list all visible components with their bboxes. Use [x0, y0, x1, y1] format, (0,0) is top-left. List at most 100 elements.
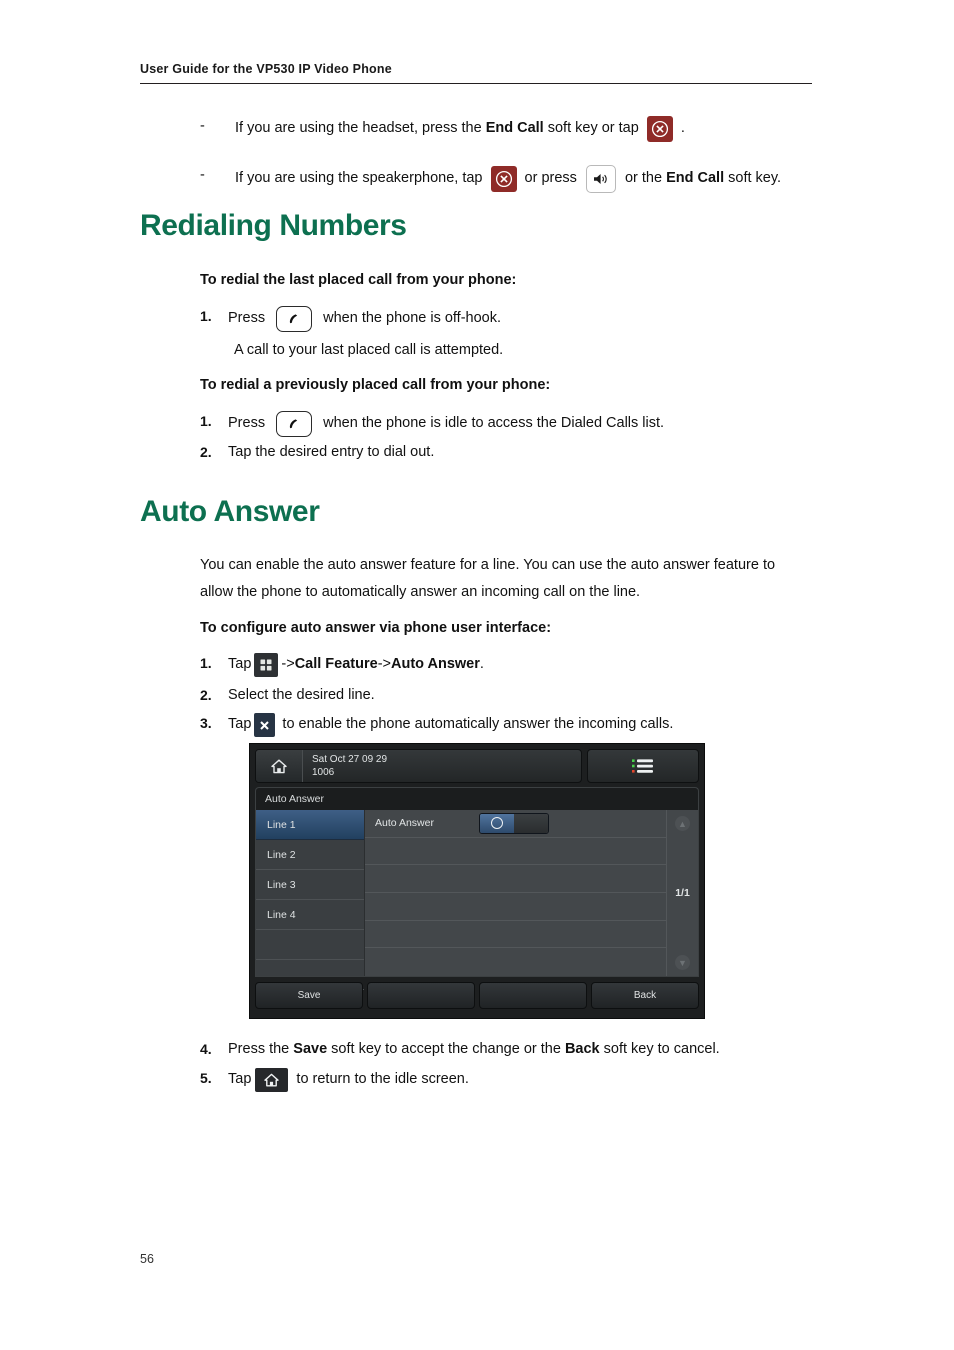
subheading-redial-previous: To redial a previously placed call from … [200, 377, 551, 393]
phone-field-auto-answer: Auto Answer [365, 810, 666, 838]
phone-line-item-3[interactable]: Line 3 [256, 870, 364, 900]
softkey-back[interactable]: Back [591, 982, 699, 1009]
step-result-text: A call to your last placed call is attem… [234, 342, 504, 358]
bullet-marker: - [200, 118, 205, 134]
section-heading-auto-answer: Auto Answer [140, 495, 320, 528]
bullet-item: - If you are using the speakerphone, tap… [140, 165, 830, 193]
step-text: Select the desired line. [228, 687, 375, 703]
bullet-bold-end-call-2: End Call [666, 170, 725, 187]
arrow-up-icon[interactable]: ▲ [675, 816, 690, 831]
step-arrow-2: -> [377, 656, 391, 673]
step-text-post: when the phone is off-hook. [319, 310, 502, 327]
step-number: 1. [200, 655, 212, 671]
subheading-redial-last: To redial the last placed call from your… [200, 272, 517, 288]
phone-status-datetime: Sat Oct 27 09 29 [312, 753, 388, 765]
running-header: User Guide for the VP530 IP Video Phone [140, 62, 812, 84]
phone-line-list: Line 1 Line 2 Line 3 Line 4 [256, 810, 365, 990]
auto-answer-toggle[interactable] [479, 812, 549, 834]
step-text: Tap the desired entry to dial out. [228, 444, 435, 460]
phone-page-indicator: 1/1 [675, 887, 690, 899]
checkbox-x-icon [254, 713, 276, 737]
softkey-save[interactable]: Save [255, 982, 363, 1009]
phone-field-empty [365, 865, 666, 894]
running-header-text: User Guide for the VP530 IP Video Phone [140, 62, 392, 76]
step-item: 5. Tap to return to the idle screen. [200, 1068, 840, 1092]
step-text-b: soft key to accept the change or the [327, 1041, 565, 1057]
phone-line-item-5 [256, 930, 364, 960]
step-period: . [479, 656, 484, 673]
phone-scroll-column: ▲ 1/1 ▼ [666, 810, 698, 976]
phone-softkey-row: Save Back [255, 982, 699, 1009]
phone-status-extension: 1006 [312, 767, 335, 778]
step-number: 1. [200, 413, 212, 429]
phone-status-text: Sat Oct 27 09 29 1006 [303, 750, 581, 782]
bullet-text-2c: or the [620, 170, 667, 187]
bullet-text-1a: If you are using the headset, press the [235, 120, 486, 137]
speakerphone-icon [585, 165, 616, 193]
step-text-pre: Tap [228, 716, 252, 733]
bullet-text-1c: . [676, 120, 685, 137]
phone-line-item-4[interactable]: Line 4 [256, 900, 364, 930]
softkey-name-back: Back [564, 1041, 600, 1057]
phone-home-icon[interactable] [256, 750, 303, 782]
step-item: 4. Press the Save soft key to accept the… [200, 1039, 840, 1061]
bullet-bold-end-call: End Call [485, 120, 544, 137]
bullet-marker: - [200, 167, 205, 183]
phone-field-empty [365, 921, 666, 949]
toggle-on-segment [480, 813, 514, 833]
phone-line-item-2[interactable]: Line 2 [256, 840, 364, 870]
step-number: 3. [200, 715, 212, 731]
menu-path-call-feature: Call Feature [294, 656, 378, 673]
step-text-pre: Press [228, 310, 270, 327]
step-text-a: Press the [228, 1041, 294, 1057]
step-number: 1. [200, 308, 212, 324]
toggle-off-segment [514, 813, 548, 833]
step-text-pre: Tap [228, 1071, 252, 1088]
step-number: 2. [200, 687, 212, 703]
bullet-text-1b: soft key or tap [543, 120, 643, 137]
phone-line-item-1[interactable]: Line 1 [256, 810, 364, 840]
phone-top-bar: Sat Oct 27 09 29 1006 [255, 749, 699, 783]
step-item: 3. Tap to enable the phone automatically… [200, 713, 840, 737]
bullet-text-2a: If you are using the speakerphone, tap [235, 170, 487, 187]
bullet-item: - If you are using the headset, press th… [140, 116, 830, 142]
bullet-text-2b: or press [520, 170, 581, 187]
end-call-icon [490, 166, 517, 192]
phone-field-label: Auto Answer [375, 817, 434, 830]
phone-screen-figure: Sat Oct 27 09 29 1006 Auto Answer Line 1 [249, 743, 705, 1019]
phone-field-empty [365, 838, 666, 866]
step-number: 2. [200, 444, 212, 460]
bullet-text-2d: soft key. [724, 170, 782, 187]
softkey-name-save: Save [293, 1041, 328, 1057]
arrow-down-icon[interactable]: ▼ [675, 955, 690, 970]
toggle-knob-icon [491, 817, 503, 830]
header-rule [140, 83, 812, 84]
phone-menu-list-icon[interactable] [587, 749, 699, 783]
step-text-post: to return to the idle screen. [292, 1071, 469, 1088]
step-text-pre: Press [228, 415, 270, 432]
phone-screen-body: Line 1 Line 2 Line 3 Line 4 Auto Answer [255, 810, 699, 990]
redial-handset-key-icon [276, 306, 313, 332]
step-text-c: soft key to cancel. [599, 1041, 720, 1057]
step-item: 2. Select the desired line. [200, 685, 820, 707]
step-text-pre: Tap [228, 656, 252, 673]
document-page: User Guide for the VP530 IP Video Phone … [0, 0, 954, 1350]
phone-field-empty [365, 948, 666, 976]
step-item: 1. Press when the phone is off-hook. [200, 306, 820, 332]
phone-screen-title: Auto Answer [255, 787, 699, 810]
menu-path-auto-answer: Auto Answer [390, 656, 480, 673]
step-item: 1. Press when the phone is idle to acces… [200, 411, 820, 437]
subheading-configure-auto-answer: To configure auto answer via phone user … [200, 620, 552, 636]
step-text-post: when the phone is idle to access the Dia… [319, 415, 665, 432]
step-number: 4. [200, 1041, 212, 1057]
step-item: 2. Tap the desired entry to dial out. [200, 442, 820, 464]
end-call-icon [646, 116, 673, 142]
step-text-post: to enable the phone automatically answer… [278, 716, 674, 733]
redial-handset-key-icon [276, 411, 313, 437]
phone-field-empty [365, 893, 666, 921]
step-item: 1. Tap -> Call Feature -> Auto Answer. [200, 653, 820, 677]
phone-status-bar: Sat Oct 27 09 29 1006 [255, 749, 582, 783]
softkey-empty-3[interactable] [479, 982, 587, 1009]
home-icon [255, 1068, 289, 1092]
softkey-empty-2[interactable] [367, 982, 475, 1009]
